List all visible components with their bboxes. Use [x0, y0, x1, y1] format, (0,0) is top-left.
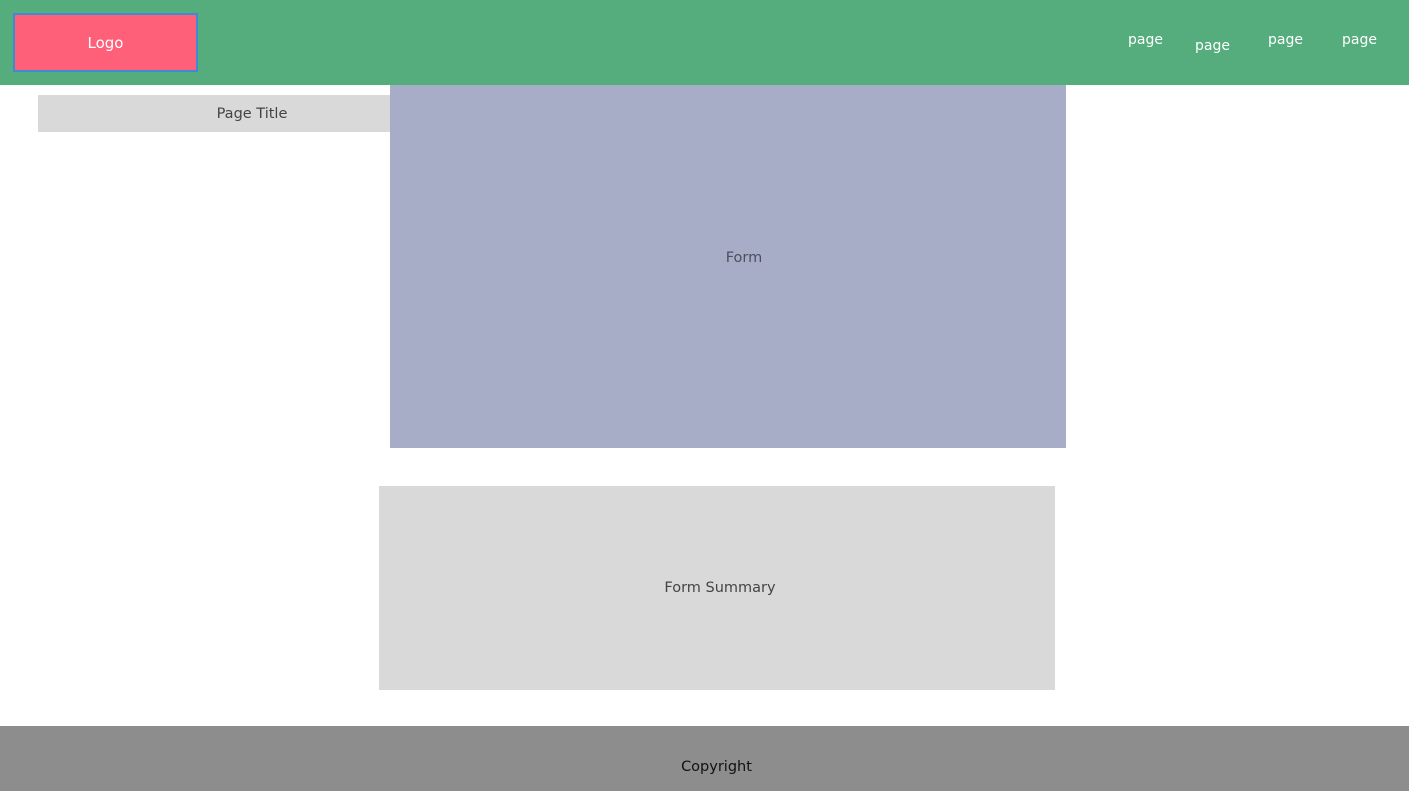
nav-link-page-3[interactable]: page	[1268, 33, 1303, 47]
nav-link-page-1[interactable]: page	[1128, 33, 1163, 47]
form-summary: Form Summary	[379, 486, 1055, 690]
form-summary-label: Form Summary	[664, 580, 776, 596]
nav-link-page-2[interactable]: page	[1195, 39, 1230, 53]
footer: Copyright	[0, 726, 1409, 791]
copyright-text: Copyright	[681, 758, 752, 775]
page: Logo page page page page Page Title Form…	[0, 0, 1409, 791]
nav-link-page-4[interactable]: page	[1342, 33, 1377, 47]
header: Logo page page page page	[0, 0, 1409, 85]
page-title-text: Page Title	[216, 105, 288, 122]
form-label: Form	[725, 249, 763, 266]
form-area[interactable]: Form	[390, 85, 1066, 448]
logo[interactable]: Logo	[13, 13, 198, 72]
logo-label: Logo	[87, 33, 124, 52]
